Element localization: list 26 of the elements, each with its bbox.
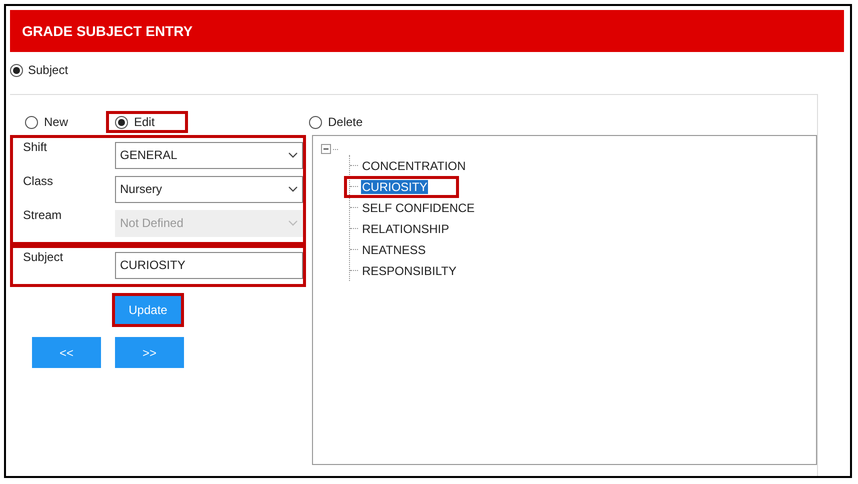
window-title: GRADE SUBJECT ENTRY (22, 23, 193, 39)
radio-label: Edit (134, 115, 155, 129)
chevron-down-icon (288, 220, 298, 226)
radio-label: Delete (328, 115, 363, 129)
collapse-icon[interactable] (321, 144, 332, 155)
chevron-down-icon (288, 152, 298, 158)
radio-button[interactable] (10, 64, 23, 76)
field-label: Shift (23, 140, 48, 154)
field-label: Stream (23, 208, 63, 222)
radio-label: Subject (28, 63, 68, 77)
input-field[interactable]: CURIOSITY (115, 252, 303, 278)
radio-button[interactable] (25, 116, 38, 128)
radio-button[interactable] (115, 116, 128, 128)
tree-item[interactable]: CURIOSITY (361, 180, 428, 194)
tree-item[interactable]: NEATNESS (361, 242, 427, 256)
tree-item[interactable]: RELATIONSHIP (361, 222, 450, 236)
field-label: Class (23, 174, 54, 188)
tree-item[interactable]: RESPONSIBILTY (361, 264, 458, 278)
field-label: Subject (23, 250, 64, 264)
tree-item[interactable]: SELF CONFIDENCE (361, 200, 476, 214)
chevron-down-icon (288, 186, 298, 192)
dropdown[interactable]: Nursery (115, 176, 303, 202)
dropdown[interactable]: GENERAL (115, 142, 303, 168)
radio-label: New (44, 115, 68, 129)
radio-button[interactable] (309, 116, 322, 128)
tree-item[interactable]: CONCENTRATION (361, 158, 467, 172)
